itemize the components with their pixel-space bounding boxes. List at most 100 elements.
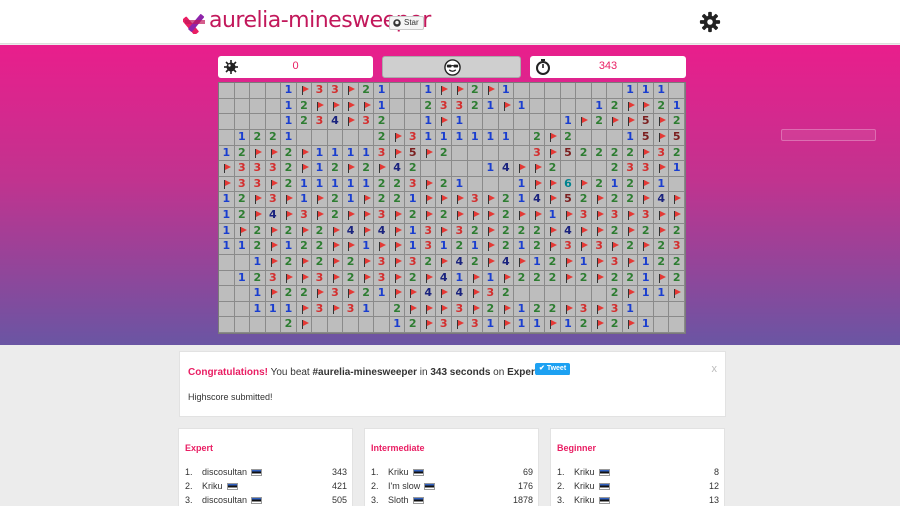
flag-cell[interactable] <box>483 239 499 255</box>
flag-cell[interactable] <box>560 301 577 318</box>
number-cell[interactable]: 1 <box>389 317 406 333</box>
flag-cell[interactable] <box>591 317 608 333</box>
number-cell[interactable]: 3 <box>234 176 251 193</box>
flag-cell[interactable] <box>560 270 577 287</box>
number-cell[interactable]: 4 <box>374 223 390 240</box>
empty-cell[interactable] <box>467 145 484 162</box>
flag-cell[interactable] <box>358 223 375 240</box>
flag-cell[interactable] <box>420 176 437 193</box>
number-cell[interactable]: 1 <box>638 270 654 287</box>
number-cell[interactable]: 1 <box>296 176 313 193</box>
number-cell[interactable]: 1 <box>250 254 266 271</box>
flag-cell[interactable] <box>265 286 282 302</box>
number-cell[interactable]: 2 <box>498 239 515 255</box>
number-cell[interactable]: 2 <box>545 161 561 177</box>
flag-cell[interactable] <box>312 192 328 208</box>
empty-cell[interactable] <box>483 114 499 130</box>
number-cell[interactable]: 1 <box>358 145 375 162</box>
empty-cell[interactable] <box>405 114 421 130</box>
number-cell[interactable]: 1 <box>467 129 484 146</box>
number-cell[interactable]: 2 <box>405 270 421 287</box>
number-cell[interactable]: 3 <box>250 176 266 193</box>
number-cell[interactable]: 1 <box>312 161 328 177</box>
number-cell[interactable]: 6 <box>560 176 577 193</box>
empty-cell[interactable] <box>389 83 406 99</box>
flag-cell[interactable] <box>498 317 515 333</box>
number-cell[interactable]: 1 <box>514 98 530 115</box>
empty-cell[interactable] <box>498 176 515 193</box>
number-cell[interactable]: 2 <box>281 286 297 302</box>
number-cell[interactable]: 1 <box>420 129 437 146</box>
flag-cell[interactable] <box>638 176 654 193</box>
flag-cell[interactable] <box>327 223 344 240</box>
flag-cell[interactable] <box>358 270 375 287</box>
number-cell[interactable]: 3 <box>576 208 592 224</box>
number-cell[interactable]: 4 <box>343 223 359 240</box>
number-cell[interactable]: 3 <box>358 114 375 130</box>
number-cell[interactable]: 1 <box>452 114 468 130</box>
flag-cell[interactable] <box>296 317 313 333</box>
tweet-button[interactable]: ✔ Tweet <box>535 363 571 375</box>
flag-cell[interactable] <box>250 208 266 224</box>
flag-cell[interactable] <box>312 208 328 224</box>
number-cell[interactable]: 2 <box>607 161 623 177</box>
number-cell[interactable]: 2 <box>607 98 623 115</box>
number-cell[interactable]: 1 <box>281 301 297 318</box>
empty-cell[interactable] <box>436 161 452 177</box>
number-cell[interactable]: 2 <box>250 129 266 146</box>
flag-cell[interactable] <box>436 301 452 318</box>
flag-cell[interactable] <box>498 270 515 287</box>
number-cell[interactable]: 3 <box>653 145 670 162</box>
flag-cell[interactable] <box>420 301 437 318</box>
number-cell[interactable]: 2 <box>343 254 359 271</box>
number-cell[interactable]: 2 <box>452 239 468 255</box>
number-cell[interactable]: 2 <box>669 270 685 287</box>
number-cell[interactable]: 1 <box>343 145 359 162</box>
number-cell[interactable]: 2 <box>607 286 623 302</box>
empty-cell[interactable] <box>327 129 344 146</box>
number-cell[interactable]: 2 <box>374 114 390 130</box>
empty-cell[interactable] <box>343 129 359 146</box>
number-cell[interactable]: 1 <box>358 176 375 193</box>
flag-cell[interactable] <box>560 254 577 271</box>
number-cell[interactable]: 1 <box>219 145 235 162</box>
empty-cell[interactable] <box>576 286 592 302</box>
number-cell[interactable]: 3 <box>405 254 421 271</box>
flag-cell[interactable] <box>327 98 344 115</box>
number-cell[interactable]: 4 <box>498 161 515 177</box>
number-cell[interactable]: 1 <box>250 286 266 302</box>
number-cell[interactable]: 2 <box>607 223 623 240</box>
flag-cell[interactable] <box>389 208 406 224</box>
number-cell[interactable]: 1 <box>529 254 546 271</box>
flag-cell[interactable] <box>343 161 359 177</box>
flag-cell[interactable] <box>545 145 561 162</box>
number-cell[interactable]: 3 <box>327 286 344 302</box>
number-cell[interactable]: 1 <box>296 192 313 208</box>
number-cell[interactable]: 3 <box>265 270 282 287</box>
number-cell[interactable]: 1 <box>483 317 499 333</box>
flag-cell[interactable] <box>622 254 639 271</box>
empty-cell[interactable] <box>529 114 546 130</box>
number-cell[interactable]: 1 <box>358 239 375 255</box>
flag-cell[interactable] <box>343 208 359 224</box>
number-cell[interactable]: 1 <box>436 239 452 255</box>
number-cell[interactable]: 3 <box>405 129 421 146</box>
empty-cell[interactable] <box>234 301 251 318</box>
number-cell[interactable]: 3 <box>638 208 654 224</box>
number-cell[interactable]: 1 <box>265 301 282 318</box>
empty-cell[interactable] <box>529 286 546 302</box>
flag-cell[interactable] <box>343 239 359 255</box>
flag-cell[interactable] <box>234 223 251 240</box>
number-cell[interactable]: 2 <box>389 192 406 208</box>
empty-cell[interactable] <box>607 83 623 99</box>
empty-cell[interactable] <box>669 301 685 318</box>
flag-cell[interactable] <box>622 98 639 115</box>
empty-cell[interactable] <box>576 129 592 146</box>
empty-cell[interactable] <box>265 83 282 99</box>
flag-cell[interactable] <box>389 286 406 302</box>
empty-cell[interactable] <box>234 114 251 130</box>
flag-cell[interactable] <box>343 114 359 130</box>
number-cell[interactable]: 3 <box>312 270 328 287</box>
empty-cell[interactable] <box>560 98 577 115</box>
number-cell[interactable]: 2 <box>669 254 685 271</box>
